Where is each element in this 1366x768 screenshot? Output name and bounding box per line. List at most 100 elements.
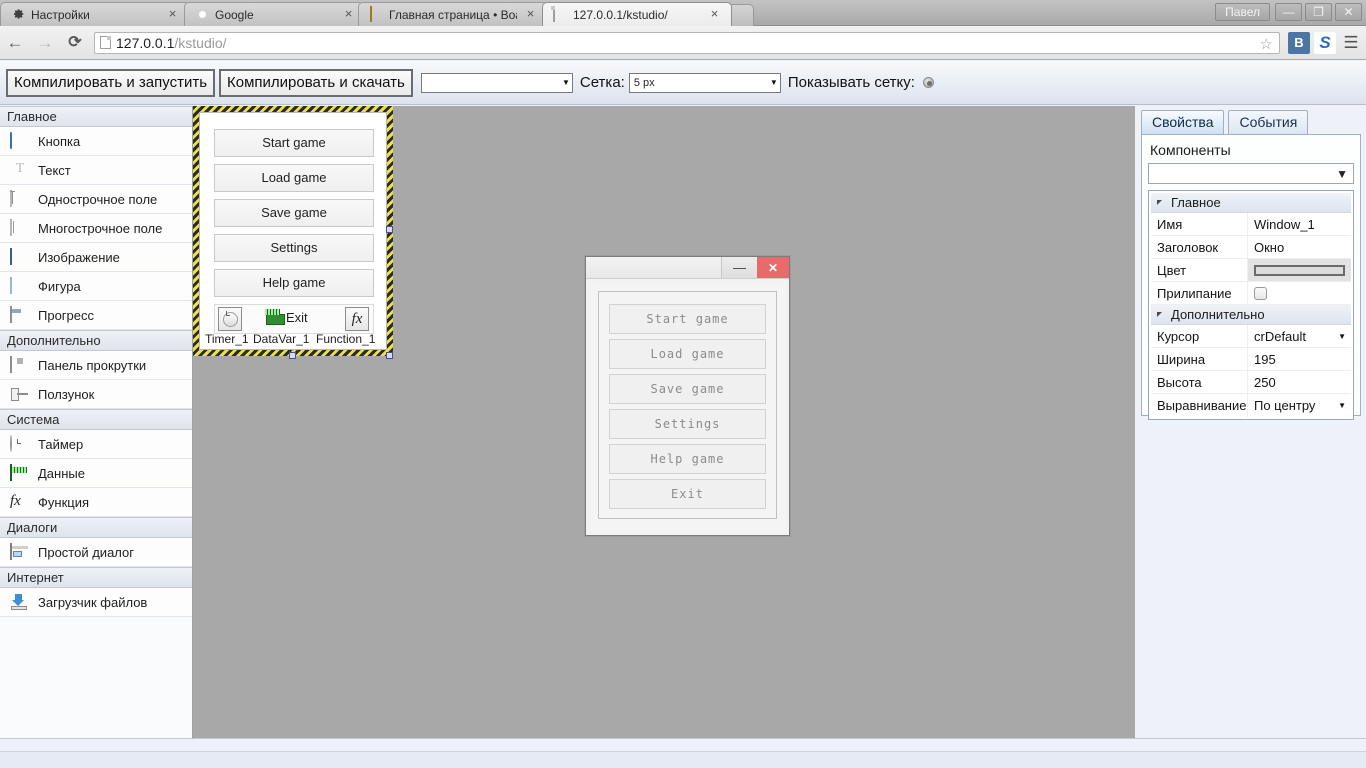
palette-item-simple-dialog[interactable]: Простой диалог bbox=[0, 538, 192, 567]
design-button-start-game[interactable]: Start game bbox=[214, 129, 374, 157]
palette-item-button[interactable]: Кнопка bbox=[0, 127, 192, 156]
design-button-load-game[interactable]: Load game bbox=[214, 164, 374, 192]
slider-icon bbox=[10, 386, 30, 402]
palette-item-image[interactable]: Изображение bbox=[0, 243, 192, 272]
property-row-snap[interactable]: Прилипание bbox=[1151, 282, 1351, 305]
preview-button-exit[interactable]: Exit bbox=[609, 479, 766, 509]
palette-item-edit-field[interactable]: Однострочное поле bbox=[0, 185, 192, 214]
tab-close-icon[interactable]: × bbox=[166, 8, 179, 21]
preview-minimize-button[interactable]: — bbox=[721, 257, 757, 278]
preview-title-bar: — ✕ bbox=[586, 257, 789, 279]
property-row-alignment[interactable]: Выравнивание По центру ▼ bbox=[1151, 394, 1351, 417]
reload-icon[interactable]: ⟳ bbox=[60, 34, 90, 51]
selection-handle-bottom-right[interactable] bbox=[386, 352, 393, 359]
preview-window[interactable]: — ✕ Start game Load game Save game Setti… bbox=[585, 256, 790, 536]
preview-close-button[interactable]: ✕ bbox=[757, 257, 789, 278]
components-label: Компоненты bbox=[1150, 142, 1354, 158]
minimize-button[interactable]: — bbox=[1275, 3, 1302, 21]
palette-item-file-downloader[interactable]: Загрузчик файлов bbox=[0, 588, 192, 617]
palette-item-label: Функция bbox=[38, 495, 89, 510]
back-icon[interactable]: ← bbox=[0, 34, 30, 51]
properties-content: Компоненты ▼ Главное Имя Window_1 Заголо… bbox=[1141, 134, 1361, 416]
browser-tab-google[interactable]: Google × bbox=[184, 2, 364, 26]
property-group-additional[interactable]: Дополнительно bbox=[1151, 305, 1351, 325]
browser-navigation-bar: ← → ⟳ 127.0.0.1/kstudio/ ☆ B S ☰ bbox=[0, 26, 1366, 60]
bookmark-star-icon[interactable]: ☆ bbox=[1260, 35, 1273, 53]
tab-properties[interactable]: Свойства bbox=[1141, 110, 1224, 134]
palette-item-timer[interactable]: Таймер bbox=[0, 430, 192, 459]
palette-item-slider[interactable]: Ползунок bbox=[0, 380, 192, 409]
design-component-function[interactable]: fx bbox=[345, 307, 369, 331]
browser-tab-settings[interactable]: Настройки × bbox=[0, 2, 190, 26]
design-form-surface[interactable]: Start game Load game Save game Settings … bbox=[199, 112, 387, 350]
selection-handle-right[interactable] bbox=[386, 226, 393, 233]
close-window-button[interactable]: ✕ bbox=[1335, 3, 1362, 21]
property-group-main[interactable]: Главное bbox=[1151, 193, 1351, 213]
tab-events[interactable]: События bbox=[1228, 110, 1308, 134]
grid-size-select[interactable]: 5 px ▼ bbox=[629, 73, 781, 93]
compile-and-download-button[interactable]: Компилировать и скачать bbox=[219, 69, 413, 97]
preview-button-load-game[interactable]: Load game bbox=[609, 339, 766, 369]
tab-close-icon[interactable]: × bbox=[708, 8, 721, 21]
preview-button-settings[interactable]: Settings bbox=[609, 409, 766, 439]
palette-item-data[interactable]: Данные bbox=[0, 459, 192, 488]
preview-button-save-game[interactable]: Save game bbox=[609, 374, 766, 404]
project-select[interactable]: ▼ bbox=[421, 73, 573, 93]
restore-button[interactable]: ❐ bbox=[1305, 3, 1332, 21]
property-value[interactable]: По центру ▼ bbox=[1247, 394, 1351, 417]
property-value[interactable]: Окно bbox=[1247, 236, 1351, 258]
show-grid-checkbox[interactable] bbox=[923, 77, 934, 88]
property-value[interactable] bbox=[1247, 282, 1351, 304]
palette-item-text[interactable]: T Текст bbox=[0, 156, 192, 185]
url-path: /kstudio/ bbox=[174, 35, 226, 51]
browser-tab-kstudio[interactable]: 127.0.0.1/kstudio/ × bbox=[542, 2, 732, 26]
design-form-selected[interactable]: Start game Load game Save game Settings … bbox=[193, 106, 393, 356]
color-picker-cell[interactable] bbox=[1248, 259, 1351, 281]
browser-title-bar: Настройки × Google × Главная страница • … bbox=[0, 0, 1366, 26]
color-swatch[interactable] bbox=[1254, 265, 1345, 276]
palette-item-progress[interactable]: Прогресс bbox=[0, 301, 192, 330]
forward-icon[interactable]: → bbox=[30, 34, 60, 51]
palette-group-system: Система bbox=[0, 409, 192, 430]
palette-item-function[interactable]: fx Функция bbox=[0, 488, 192, 517]
property-value[interactable] bbox=[1247, 259, 1351, 281]
window-controls: — ❐ ✕ bbox=[1275, 3, 1362, 21]
user-label[interactable]: Павел bbox=[1215, 3, 1270, 21]
s-extension-icon[interactable]: S bbox=[1314, 32, 1336, 54]
property-value[interactable]: 195 bbox=[1247, 348, 1351, 370]
design-component-timer[interactable] bbox=[218, 307, 242, 331]
property-key: Ширина bbox=[1151, 352, 1247, 367]
address-bar[interactable]: 127.0.0.1/kstudio/ ☆ bbox=[94, 32, 1280, 54]
selection-handle-bottom[interactable] bbox=[289, 352, 296, 359]
design-button-save-game[interactable]: Save game bbox=[214, 199, 374, 227]
browser-tab-boardhost[interactable]: Главная страница • Board. × bbox=[358, 2, 548, 26]
property-value[interactable]: Window_1 bbox=[1247, 213, 1351, 235]
palette-item-shape[interactable]: Фигура bbox=[0, 272, 192, 301]
dialog-icon bbox=[10, 544, 30, 560]
property-row-caption[interactable]: Заголовок Окно bbox=[1151, 236, 1351, 259]
compile-and-run-button[interactable]: Компилировать и запустить bbox=[6, 69, 215, 97]
design-button-help-game[interactable]: Help game bbox=[214, 269, 374, 297]
tab-close-icon[interactable]: × bbox=[524, 8, 537, 21]
design-button-settings[interactable]: Settings bbox=[214, 234, 374, 262]
preview-button-start-game[interactable]: Start game bbox=[609, 304, 766, 334]
design-component-data[interactable] bbox=[263, 307, 287, 331]
property-row-cursor[interactable]: Курсор crDefault ▼ bbox=[1151, 325, 1351, 348]
browser-menu-icon[interactable]: ☰ bbox=[1336, 33, 1366, 53]
property-grid: Главное Имя Window_1 Заголовок Окно Цвет bbox=[1148, 190, 1354, 420]
property-row-color[interactable]: Цвет bbox=[1151, 259, 1351, 282]
function-icon: fx bbox=[352, 312, 363, 327]
property-row-width[interactable]: Ширина 195 bbox=[1151, 348, 1351, 371]
preview-button-help-game[interactable]: Help game bbox=[609, 444, 766, 474]
components-select[interactable]: ▼ bbox=[1148, 163, 1354, 184]
property-value[interactable]: 250 bbox=[1247, 371, 1351, 393]
vk-extension-icon[interactable]: B bbox=[1288, 32, 1310, 54]
design-component-label-timer: Timer_1 bbox=[205, 332, 249, 346]
palette-item-memo-field[interactable]: Многострочное поле bbox=[0, 214, 192, 243]
property-row-name[interactable]: Имя Window_1 bbox=[1151, 213, 1351, 236]
snap-checkbox[interactable] bbox=[1254, 287, 1267, 300]
palette-item-scrollbar[interactable]: Панель прокрутки bbox=[0, 351, 192, 380]
tab-close-icon[interactable]: × bbox=[342, 8, 355, 21]
property-row-height[interactable]: Высота 250 bbox=[1151, 371, 1351, 394]
property-value[interactable]: crDefault ▼ bbox=[1247, 325, 1351, 347]
